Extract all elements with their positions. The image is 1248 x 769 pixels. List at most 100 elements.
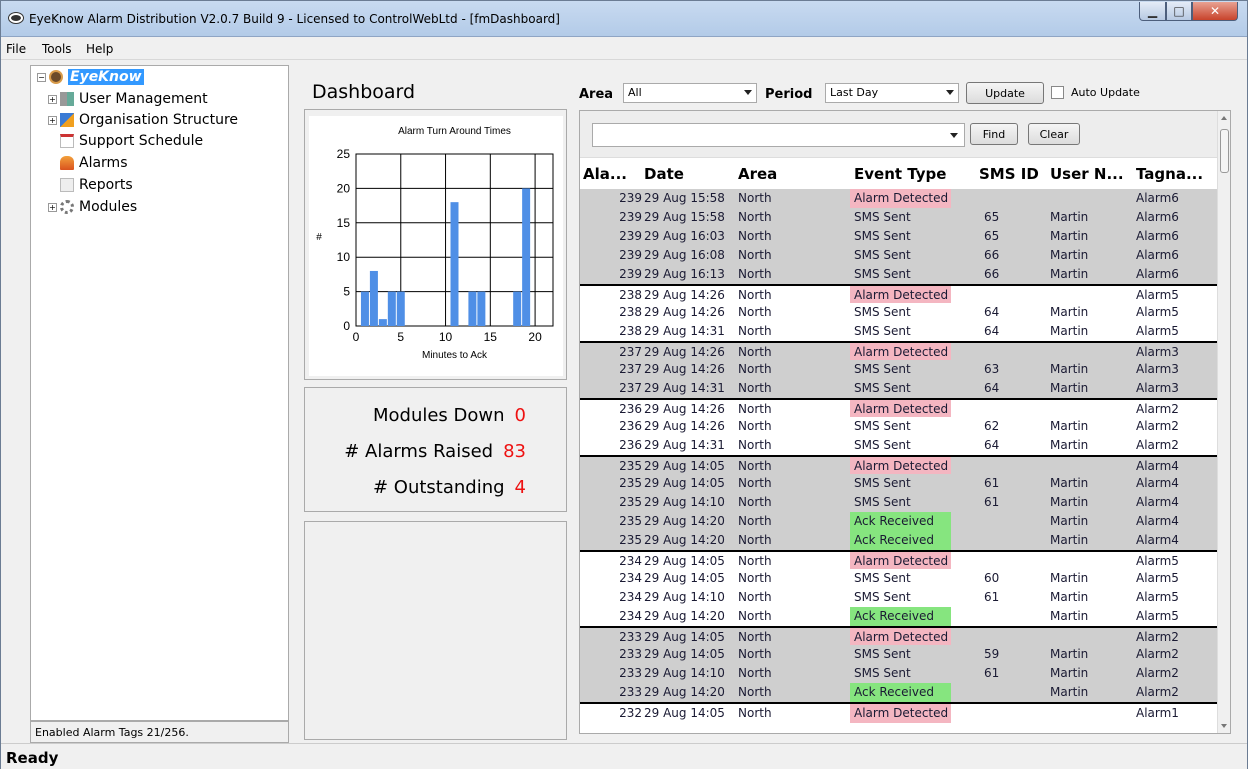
cell-tagname: Alarm6 xyxy=(1136,191,1179,205)
expand-icon[interactable]: + xyxy=(48,115,57,125)
column-header-alarm[interactable]: Ala... xyxy=(583,165,627,183)
cell-tagname: Alarm1 xyxy=(1136,706,1179,720)
tree-item-reports[interactable]: Reports xyxy=(60,177,133,193)
cell-event-type: Ack Received xyxy=(850,607,951,626)
table-row[interactable]: 233 29 Aug 14:10 North SMS Sent 61 Martin Alar… xyxy=(580,664,1218,683)
table-row[interactable]: 234 29 Aug 14:05 North SMS Sent 60 Martin Alar… xyxy=(580,569,1218,588)
table-row[interactable]: 236 29 Aug 14:31 North SMS Sent 64 Martin Alar… xyxy=(580,436,1218,455)
table-row[interactable]: 239 29 Aug 16:08 North SMS Sent 66 Martin Alar… xyxy=(580,246,1218,265)
table-row[interactable]: 237 29 Aug 14:31 North SMS Sent 64 Martin Alar… xyxy=(580,379,1218,398)
clear-button[interactable]: Clear xyxy=(1028,123,1080,145)
cell-date: 29 Aug 14:20 xyxy=(644,514,725,528)
table-row[interactable]: 239 29 Aug 15:58 North SMS Sent 65 Martin Alar… xyxy=(580,208,1218,227)
minimize-button[interactable]: ▁ xyxy=(1139,2,1166,21)
table-row[interactable]: 233 29 Aug 14:05 North SMS Sent 59 Martin Alar… xyxy=(580,645,1218,664)
close-button[interactable]: ✕ xyxy=(1192,2,1238,21)
cell-sms-id: 64 xyxy=(984,305,1000,319)
table-row[interactable]: 235 29 Aug 14:05 North SMS Sent 61 Martin Alar… xyxy=(580,474,1218,493)
stat-alarms-raised: # Alarms Raised 83 xyxy=(344,441,526,462)
cell-alarm-id: 237 xyxy=(619,345,642,359)
column-header-event-type[interactable]: Event Type xyxy=(854,165,946,183)
area-select[interactable]: All xyxy=(623,83,757,103)
cell-sms-id: 61 xyxy=(984,590,1000,604)
cell-event-type: SMS Sent xyxy=(854,324,911,338)
cell-alarm-id: 238 xyxy=(619,305,642,319)
search-input[interactable] xyxy=(592,123,965,147)
cell-sms-id: 64 xyxy=(984,438,1000,452)
table-row[interactable]: 238 29 Aug 14:31 North SMS Sent 64 Martin Alar… xyxy=(580,322,1218,341)
status-bar: Ready xyxy=(1,743,1247,769)
cell-user: Martin xyxy=(1050,495,1089,509)
bar xyxy=(513,291,522,326)
cell-tagname: Alarm5 xyxy=(1136,554,1179,568)
cell-area: North xyxy=(738,288,772,302)
cell-area: North xyxy=(738,248,772,262)
table-row[interactable]: 235 29 Aug 14:20 North Ack Received Martin Al… xyxy=(580,531,1218,550)
cell-user: Martin xyxy=(1050,229,1089,243)
column-header-user-name[interactable]: User N... xyxy=(1050,165,1124,183)
table-row[interactable]: 236 29 Aug 14:26 North Alarm Detected Alarm2 xyxy=(580,398,1218,419)
vertical-scrollbar[interactable] xyxy=(1217,111,1230,733)
cell-alarm-id: 235 xyxy=(619,533,642,547)
expand-icon[interactable]: + xyxy=(48,202,57,212)
table-row[interactable]: 232 29 Aug 14:05 North Alarm Detected Alarm1 xyxy=(580,702,1218,723)
tree-item-modules[interactable]: + Modules xyxy=(48,199,137,215)
cell-date: 29 Aug 14:31 xyxy=(644,324,725,338)
table-row[interactable]: 235 29 Aug 14:10 North SMS Sent 61 Martin Alar… xyxy=(580,493,1218,512)
menu-tools[interactable]: Tools xyxy=(42,42,72,56)
table-row[interactable]: 234 29 Aug 14:20 North Ack Received Martin Al… xyxy=(580,607,1218,626)
tree-item-user-management[interactable]: + User Management xyxy=(48,91,208,107)
table-row[interactable]: 238 29 Aug 14:26 North Alarm Detected Alarm5 xyxy=(580,284,1218,305)
table-row[interactable]: 233 29 Aug 14:05 North Alarm Detected Alarm2 xyxy=(580,626,1218,647)
scroll-down-icon[interactable] xyxy=(1221,724,1227,728)
expand-icon[interactable]: + xyxy=(48,94,57,104)
table-row[interactable]: 239 29 Aug 15:58 North Alarm Detected Alarm6 xyxy=(580,189,1218,208)
cell-date: 29 Aug 14:10 xyxy=(644,666,725,680)
column-header-sms-id[interactable]: SMS ID xyxy=(979,165,1039,183)
cell-user: Martin xyxy=(1050,305,1089,319)
title-bar[interactable]: EyeKnow Alarm Distribution V2.0.7 Build … xyxy=(1,1,1247,37)
table-row[interactable]: 236 29 Aug 14:26 North SMS Sent 62 Martin Alar… xyxy=(580,417,1218,436)
auto-update-checkbox[interactable] xyxy=(1051,86,1064,99)
search-strip: Find Clear xyxy=(580,111,1218,158)
x-tick-label: 5 xyxy=(397,330,404,344)
column-header-area[interactable]: Area xyxy=(738,165,777,183)
cell-tagname: Alarm2 xyxy=(1136,630,1179,644)
period-select[interactable]: Last Day xyxy=(825,83,959,103)
cell-event-type: SMS Sent xyxy=(854,267,911,281)
cell-area: North xyxy=(738,706,772,720)
scroll-thumb[interactable] xyxy=(1220,129,1229,173)
bar xyxy=(396,291,405,326)
table-row[interactable]: 239 29 Aug 16:03 North SMS Sent 65 Martin Alar… xyxy=(580,227,1218,246)
bar xyxy=(387,291,396,326)
collapse-icon[interactable]: − xyxy=(37,72,46,82)
table-row[interactable]: 235 29 Aug 14:05 North Alarm Detected Alarm4 xyxy=(580,455,1218,476)
column-header-date[interactable]: Date xyxy=(644,165,684,183)
tree-item-support-schedule[interactable]: Support Schedule xyxy=(60,133,203,149)
table-row[interactable]: 238 29 Aug 14:26 North SMS Sent 64 Martin Alar… xyxy=(580,303,1218,322)
table-row[interactable]: 239 29 Aug 16:13 North SMS Sent 66 Martin Alar… xyxy=(580,265,1218,284)
scroll-up-icon[interactable] xyxy=(1221,116,1227,120)
find-button[interactable]: Find xyxy=(970,123,1018,145)
column-header-tagname[interactable]: Tagna... xyxy=(1136,165,1203,183)
cell-sms-id: 61 xyxy=(984,476,1000,490)
y-tick-label: 25 xyxy=(337,147,351,161)
table-row[interactable]: 234 29 Aug 14:10 North SMS Sent 61 Martin Alar… xyxy=(580,588,1218,607)
cell-tagname: Alarm6 xyxy=(1136,267,1179,281)
cell-tagname: Alarm4 xyxy=(1136,459,1179,473)
navigation-tree: − EyeKnow + User Management + Organisati… xyxy=(30,65,289,721)
table-row[interactable]: 233 29 Aug 14:20 North Ack Received Martin Al… xyxy=(580,683,1218,702)
tree-root[interactable]: − EyeKnow xyxy=(37,69,144,85)
table-row[interactable]: 237 29 Aug 14:26 North SMS Sent 63 Martin Alar… xyxy=(580,360,1218,379)
update-button[interactable]: Update xyxy=(966,82,1044,104)
maximize-button[interactable]: □ xyxy=(1166,2,1192,21)
menu-file[interactable]: File xyxy=(6,42,26,56)
table-row[interactable]: 234 29 Aug 14:05 North Alarm Detected Alarm5 xyxy=(580,550,1218,571)
cell-event-type: SMS Sent xyxy=(854,647,911,661)
table-row[interactable]: 235 29 Aug 14:20 North Ack Received Martin Al… xyxy=(580,512,1218,531)
table-row[interactable]: 237 29 Aug 14:26 North Alarm Detected Alarm3 xyxy=(580,341,1218,362)
tree-item-organisation-structure[interactable]: + Organisation Structure xyxy=(48,112,238,128)
tree-item-alarms[interactable]: Alarms xyxy=(60,155,128,171)
menu-help[interactable]: Help xyxy=(86,42,113,56)
cell-user: Martin xyxy=(1050,514,1089,528)
